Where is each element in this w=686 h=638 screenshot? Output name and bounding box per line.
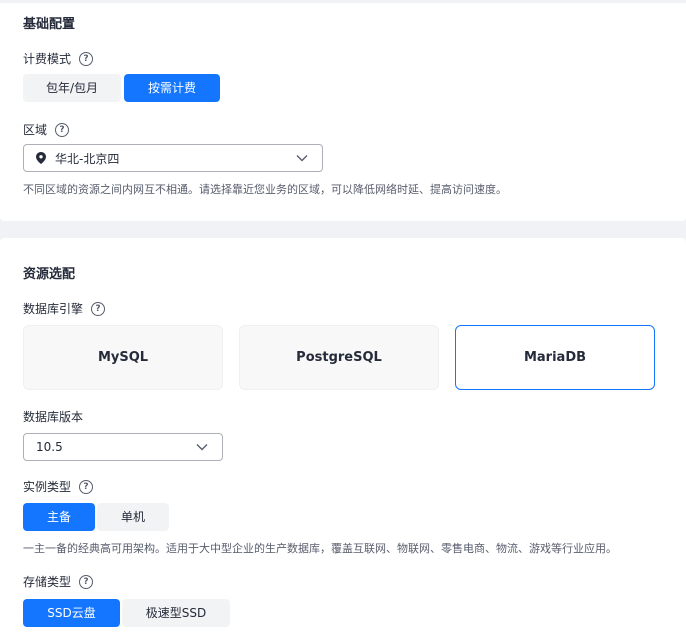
db-version-label: 数据库版本	[23, 408, 83, 425]
basic-config-card: 基础配置 计费模式 ? 包年/包月 按需计费 区域 ? 华北-北京四 不同区域的…	[0, 3, 686, 221]
instance-option-primary-standby[interactable]: 主备	[23, 503, 95, 531]
engine-option-mariadb[interactable]: MariaDB	[455, 325, 655, 390]
billing-option-yearly-monthly[interactable]: 包年/包月	[23, 74, 121, 102]
help-icon[interactable]: ?	[79, 574, 94, 589]
db-engine-label: 数据库引擎 ?	[23, 300, 106, 317]
region-label-text: 区域	[23, 123, 48, 137]
instance-type-label-text: 实例类型	[23, 480, 72, 494]
instance-type-label: 实例类型 ?	[23, 478, 94, 495]
billing-option-pay-per-use[interactable]: 按需计费	[124, 74, 220, 102]
db-version-select-value: 10.5	[36, 440, 63, 454]
instance-type-selector: 主备 单机	[23, 503, 169, 531]
engine-option-mysql[interactable]: MySQL	[23, 325, 223, 390]
help-icon[interactable]: ?	[79, 51, 94, 66]
storage-type-selector: SSD云盘 极速型SSD	[23, 599, 230, 627]
db-version-label-text: 数据库版本	[23, 410, 84, 424]
db-engine-label-text: 数据库引擎	[23, 302, 84, 316]
region-label: 区域 ?	[23, 121, 70, 138]
storage-type-label: 存储类型 ?	[23, 573, 94, 590]
billing-mode-selector: 包年/包月 按需计费	[23, 74, 220, 102]
basic-config-title: 基础配置	[23, 17, 76, 32]
chevron-down-icon	[296, 155, 308, 162]
instance-option-single[interactable]: 单机	[97, 503, 169, 531]
help-icon[interactable]: ?	[91, 301, 106, 316]
chevron-down-icon	[196, 444, 208, 451]
help-icon[interactable]: ?	[79, 479, 94, 494]
region-select-value: 华北-北京四	[55, 151, 120, 166]
resource-config-card: 资源选配 数据库引擎 ? MySQL PostgreSQL MariaDB 数据…	[0, 238, 686, 638]
engine-option-postgresql[interactable]: PostgreSQL	[239, 325, 439, 390]
region-select[interactable]: 华北-北京四	[23, 144, 323, 172]
region-hint: 不同区域的资源之间内网互不相通。请选择靠近您业务的区域，可以降低网络时延、提高访…	[23, 183, 507, 196]
db-version-select[interactable]: 10.5	[23, 433, 223, 461]
resource-config-title: 资源选配	[23, 267, 76, 282]
help-icon[interactable]: ?	[55, 122, 70, 137]
storage-option-ssd-cloud-disk[interactable]: SSD云盘	[23, 599, 120, 627]
storage-type-label-text: 存储类型	[23, 575, 72, 589]
location-pin-icon	[36, 152, 46, 164]
instance-type-hint: 一主一备的经典高可用架构。适用于大中型企业的生产数据库，覆盖互联网、物联网、零售…	[23, 542, 617, 555]
storage-option-extreme-ssd[interactable]: 极速型SSD	[122, 599, 230, 627]
billing-mode-label: 计费模式 ?	[23, 50, 94, 67]
billing-mode-label-text: 计费模式	[23, 52, 72, 66]
